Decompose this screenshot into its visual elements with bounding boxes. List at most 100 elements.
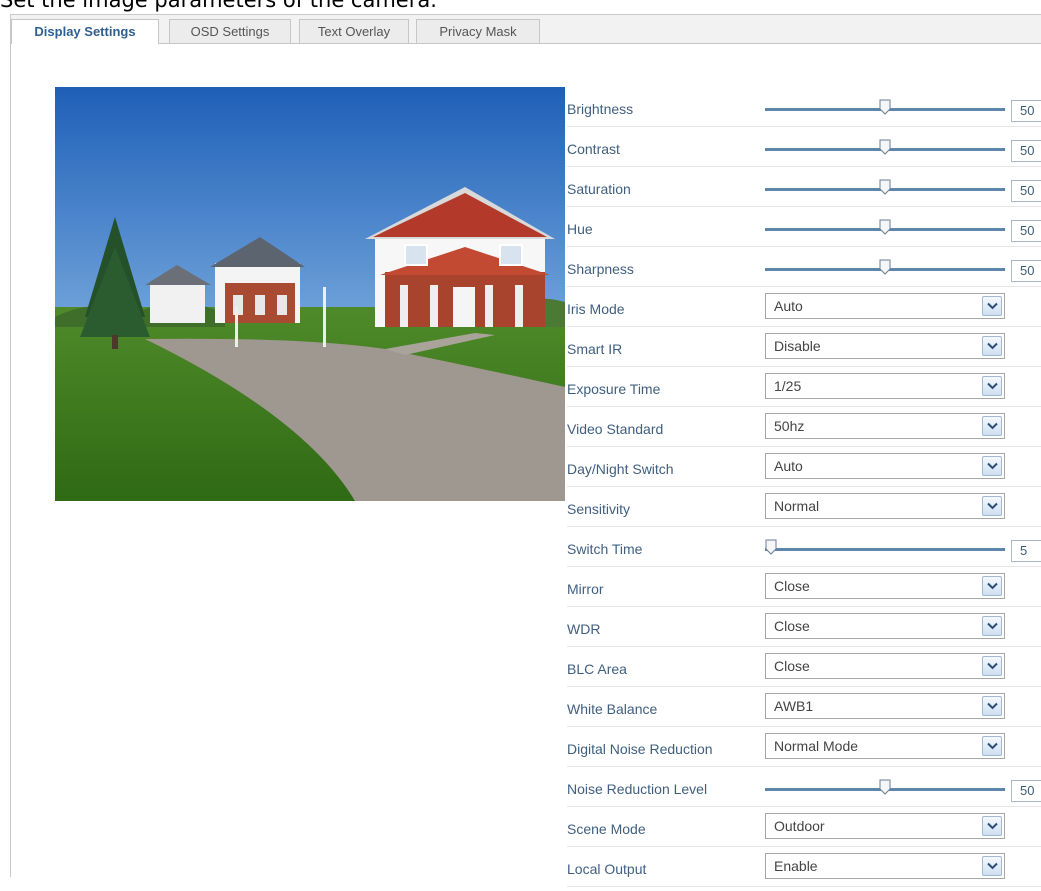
local-output-select[interactable]: Enable	[765, 853, 1005, 879]
setting-row-mirror: Mirror Close	[567, 567, 1041, 607]
select-value: Disable	[774, 338, 821, 354]
chevron-down-icon[interactable]	[982, 736, 1002, 756]
slider-value-box[interactable]: 50	[1011, 220, 1041, 242]
setting-label: Local Output	[567, 861, 647, 877]
select-value: 50hz	[774, 418, 805, 434]
slider-value-box[interactable]: 5	[1011, 540, 1041, 562]
setting-row-hue: Hue 50	[567, 207, 1041, 247]
wdr-select[interactable]: Close	[765, 613, 1005, 639]
setting-row-scene-mode: Scene Mode Outdoor	[567, 807, 1041, 847]
mirror-select[interactable]: Close	[765, 573, 1005, 599]
slider-thumb[interactable]	[879, 779, 891, 795]
white-balance-select[interactable]: AWB1	[765, 693, 1005, 719]
slider-value-box[interactable]: 50	[1011, 180, 1041, 202]
setting-row-exposure-time: Exposure Time 1/25	[567, 367, 1041, 407]
setting-label: Hue	[567, 221, 593, 237]
select-value: Auto	[774, 458, 803, 474]
sensitivity-select[interactable]: Normal	[765, 493, 1005, 519]
chevron-down-icon[interactable]	[982, 696, 1002, 716]
setting-row-video-standard: Video Standard 50hz	[567, 407, 1041, 447]
setting-label: Smart IR	[567, 341, 623, 357]
select-value: AWB1	[774, 698, 814, 714]
slider-thumb[interactable]	[879, 139, 891, 155]
chevron-down-icon[interactable]	[982, 416, 1002, 436]
setting-row-brightness: Brightness 50	[567, 87, 1041, 127]
slider-thumb[interactable]	[879, 179, 891, 195]
settings-panel: Display Settings OSD Settings Text Overl…	[10, 14, 1041, 887]
setting-label: Mirror	[567, 581, 604, 597]
setting-label: Sensitivity	[567, 501, 631, 517]
setting-label: Exposure Time	[567, 381, 661, 397]
slider-thumb[interactable]	[765, 539, 777, 555]
select-value: Close	[774, 578, 810, 594]
setting-row-white-balance: White Balance AWB1	[567, 687, 1041, 727]
select-value: Close	[774, 658, 810, 674]
scene-mode-select[interactable]: Outdoor	[765, 813, 1005, 839]
setting-row-switch-time: Switch Time 5	[567, 527, 1041, 567]
setting-label: Contrast	[567, 141, 620, 157]
select-value: Close	[774, 618, 810, 634]
exposure-time-select[interactable]: 1/25	[765, 373, 1005, 399]
setting-row-blc-area: BLC Area Close	[567, 647, 1041, 687]
chevron-down-icon[interactable]	[982, 336, 1002, 356]
tab-display-settings[interactable]: Display Settings	[11, 19, 159, 44]
setting-row-sensitivity: Sensitivity Normal	[567, 487, 1041, 527]
iris-mode-select[interactable]: Auto	[765, 293, 1005, 319]
setting-label: White Balance	[567, 701, 658, 717]
setting-label: Noise Reduction Level	[567, 781, 708, 797]
slider-value-box[interactable]: 50	[1011, 140, 1041, 162]
setting-row-contrast: Contrast 50	[567, 127, 1041, 167]
chevron-down-icon[interactable]	[982, 296, 1002, 316]
chevron-down-icon[interactable]	[982, 496, 1002, 516]
setting-row-smart-ir: Smart IR Disable	[567, 327, 1041, 367]
chevron-down-icon[interactable]	[982, 376, 1002, 396]
setting-row-iris-mode: Iris Mode Auto	[567, 287, 1041, 327]
digital-noise-reduction-select[interactable]: Normal Mode	[765, 733, 1005, 759]
select-value: Normal	[774, 498, 820, 514]
setting-label: Video Standard	[567, 421, 664, 437]
select-value: Normal Mode	[774, 738, 859, 754]
setting-label: Brightness	[567, 101, 634, 117]
setting-row-noise-reduction-level: Noise Reduction Level 50	[567, 767, 1041, 807]
slider-thumb[interactable]	[879, 259, 891, 275]
chevron-down-icon[interactable]	[982, 656, 1002, 676]
page-caption: Set the image parameters of the camera.	[0, 0, 437, 12]
live-preview-image	[55, 87, 565, 501]
setting-label: Day/Night Switch	[567, 461, 674, 477]
setting-label: Switch Time	[567, 541, 643, 557]
tab-text-overlay[interactable]: Text Overlay	[299, 19, 409, 43]
setting-row-sharpness: Sharpness 50	[567, 247, 1041, 287]
smart-ir-select[interactable]: Disable	[765, 333, 1005, 359]
slider-value-box[interactable]: 50	[1011, 780, 1041, 802]
select-value: Enable	[774, 858, 818, 874]
tab-privacy-mask[interactable]: Privacy Mask	[416, 19, 540, 43]
setting-row-day-night-switch: Day/Night Switch Auto	[567, 447, 1041, 487]
tab-bar: Display Settings OSD Settings Text Overl…	[11, 15, 1041, 44]
setting-label: BLC Area	[567, 661, 627, 677]
setting-row-local-output: Local Output Enable	[567, 847, 1041, 887]
chevron-down-icon[interactable]	[982, 816, 1002, 836]
tab-osd-settings[interactable]: OSD Settings	[169, 19, 291, 43]
chevron-down-icon[interactable]	[982, 856, 1002, 876]
setting-row-wdr: WDR Close	[567, 607, 1041, 647]
slider-thumb[interactable]	[879, 219, 891, 235]
setting-label: Saturation	[567, 181, 631, 197]
select-value: Outdoor	[774, 818, 825, 834]
slider-value-box[interactable]: 50	[1011, 260, 1041, 282]
select-value: Auto	[774, 298, 803, 314]
chevron-down-icon[interactable]	[982, 616, 1002, 636]
blc-area-select[interactable]: Close	[765, 653, 1005, 679]
setting-label: WDR	[567, 621, 601, 637]
setting-label: Scene Mode	[567, 821, 646, 837]
setting-row-saturation: Saturation 50	[567, 167, 1041, 207]
slider-track[interactable]	[765, 548, 1005, 551]
video-standard-select[interactable]: 50hz	[765, 413, 1005, 439]
chevron-down-icon[interactable]	[982, 576, 1002, 596]
chevron-down-icon[interactable]	[982, 456, 1002, 476]
setting-label: Sharpness	[567, 261, 634, 277]
setting-row-digital-noise-reduction: Digital Noise Reduction Normal Mode	[567, 727, 1041, 767]
day-night-switch-select[interactable]: Auto	[765, 453, 1005, 479]
slider-thumb[interactable]	[879, 99, 891, 115]
setting-label: Iris Mode	[567, 301, 625, 317]
slider-value-box[interactable]: 50	[1011, 100, 1041, 122]
